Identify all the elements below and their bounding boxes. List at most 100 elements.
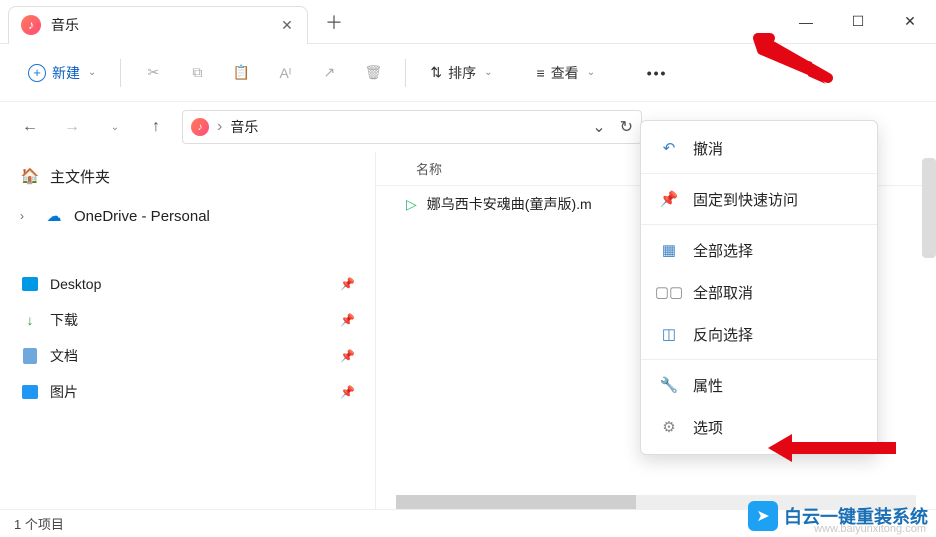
- document-icon: [20, 346, 40, 366]
- select-all-icon: ▦: [659, 241, 679, 259]
- sidebar-label: 主文件夹: [50, 166, 110, 187]
- vertical-scrollbar[interactable]: [922, 158, 936, 258]
- chevron-down-icon[interactable]: ⌄: [592, 117, 605, 137]
- close-button[interactable]: ✕: [884, 2, 936, 42]
- rename-icon: Aᴵ: [280, 65, 292, 81]
- ctx-label: 全部选择: [693, 240, 753, 261]
- wrench-icon: 🔧: [659, 376, 679, 394]
- sort-button[interactable]: ⇅ 排序 ⌄: [420, 55, 502, 91]
- deselect-icon: ▢▢: [659, 283, 679, 301]
- ctx-label: 选项: [693, 417, 723, 438]
- status-item-count: 1 个项目: [14, 514, 64, 533]
- share-button[interactable]: ↗: [311, 55, 347, 91]
- column-header-name[interactable]: 名称: [416, 159, 442, 178]
- ctx-label: 反向选择: [693, 324, 753, 345]
- view-icon: ≡: [537, 65, 545, 81]
- ctx-label: 撤消: [693, 138, 723, 159]
- window-controls: — ☐ ✕: [780, 2, 936, 42]
- clipboard-icon: 📋: [233, 64, 250, 81]
- cloud-icon: ☁: [44, 206, 64, 226]
- rename-button[interactable]: Aᴵ: [267, 55, 303, 91]
- context-menu: ↶ 撤消 📌 固定到快速访问 ▦ 全部选择 ▢▢ 全部取消 ◫ 反向选择 🔧 属…: [640, 120, 878, 455]
- breadcrumb-part[interactable]: 音乐: [230, 117, 258, 137]
- tab-title: 音乐: [51, 15, 269, 35]
- tab-close-button[interactable]: ✕: [279, 17, 295, 33]
- pin-icon: 📌: [340, 313, 355, 327]
- sidebar: 🏠 主文件夹 › ☁ OneDrive - Personal Desktop 📌…: [0, 152, 375, 509]
- sidebar-item-documents[interactable]: 文档 📌: [12, 338, 363, 374]
- forward-button[interactable]: →: [56, 111, 88, 143]
- separator: [405, 59, 406, 87]
- scissors-icon: ✂: [148, 64, 160, 81]
- separator: [120, 59, 121, 87]
- toolbar: + 新建 ⌄ ✂ ⧉ 📋 Aᴵ ↗ 🗑 ⇅ 排序 ⌄ ≡ 查看 ⌄ •••: [0, 44, 936, 102]
- recent-button[interactable]: ⌄: [98, 111, 130, 143]
- breadcrumb-actions: ⌄ ↻: [592, 117, 633, 137]
- ctx-label: 固定到快速访问: [693, 189, 798, 210]
- copy-icon: ⧉: [192, 64, 202, 81]
- copy-button[interactable]: ⧉: [179, 55, 215, 91]
- view-button[interactable]: ≡ 查看 ⌄: [527, 55, 606, 91]
- spacer: [12, 236, 363, 266]
- sidebar-item-downloads[interactable]: ↓ 下载 📌: [12, 302, 363, 338]
- chevron-right-icon: ›: [217, 118, 222, 136]
- scrollbar-thumb[interactable]: [396, 495, 636, 509]
- invert-icon: ◫: [659, 325, 679, 343]
- new-label: 新建: [52, 63, 80, 83]
- music-folder-icon: ♪: [191, 118, 209, 136]
- audio-file-icon: ▷: [406, 196, 417, 213]
- refresh-button[interactable]: ↻: [620, 117, 633, 137]
- new-button[interactable]: + 新建 ⌄: [18, 55, 106, 91]
- ctx-undo[interactable]: ↶ 撤消: [641, 127, 877, 169]
- ctx-pin-quick-access[interactable]: 📌 固定到快速访问: [641, 178, 877, 220]
- plus-icon: +: [28, 64, 46, 82]
- breadcrumb[interactable]: ♪ › 音乐 ⌄ ↻: [182, 110, 642, 144]
- sidebar-label: OneDrive - Personal: [74, 208, 210, 225]
- sidebar-item-onedrive[interactable]: › ☁ OneDrive - Personal: [12, 196, 363, 236]
- watermark-logo-icon: ➤: [748, 501, 778, 531]
- chevron-down-icon: ⌄: [484, 67, 492, 78]
- chevron-down-icon: ⌄: [111, 122, 119, 133]
- ctx-label: 全部取消: [693, 282, 753, 303]
- separator: [641, 173, 877, 174]
- share-icon: ↗: [324, 64, 336, 81]
- sidebar-item-pictures[interactable]: 图片 📌: [12, 374, 363, 410]
- minimize-button[interactable]: —: [780, 2, 832, 42]
- gear-icon: ⚙: [659, 418, 679, 436]
- pin-icon: 📌: [340, 349, 355, 363]
- sidebar-label: Desktop: [50, 276, 101, 292]
- up-button[interactable]: ↑: [140, 111, 172, 143]
- picture-icon: [20, 382, 40, 402]
- sidebar-label: 图片: [50, 382, 78, 402]
- ctx-select-all[interactable]: ▦ 全部选择: [641, 229, 877, 271]
- tab-active[interactable]: ♪ 音乐 ✕: [8, 6, 308, 44]
- download-icon: ↓: [20, 310, 40, 330]
- cut-button[interactable]: ✂: [135, 55, 171, 91]
- chevron-right-icon[interactable]: ›: [20, 209, 34, 223]
- pin-icon: 📌: [659, 190, 679, 208]
- watermark-text: 白云一键重装系统: [784, 503, 928, 529]
- ctx-properties[interactable]: 🔧 属性: [641, 364, 877, 406]
- home-icon: 🏠: [20, 166, 40, 186]
- sidebar-label: 文档: [50, 346, 78, 366]
- file-name: 娜乌西卡安魂曲(童声版).m: [427, 194, 592, 214]
- sidebar-item-desktop[interactable]: Desktop 📌: [12, 266, 363, 302]
- trash-icon: 🗑: [365, 64, 383, 81]
- view-label: 查看: [551, 63, 579, 83]
- sidebar-item-home[interactable]: 🏠 主文件夹: [12, 156, 363, 196]
- maximize-button[interactable]: ☐: [832, 2, 884, 42]
- ctx-deselect-all[interactable]: ▢▢ 全部取消: [641, 271, 877, 313]
- ctx-invert-selection[interactable]: ◫ 反向选择: [641, 313, 877, 355]
- separator: [641, 224, 877, 225]
- paste-button[interactable]: 📋: [223, 55, 259, 91]
- delete-button[interactable]: 🗑: [355, 55, 391, 91]
- watermark: ➤ 白云一键重装系统: [748, 501, 928, 531]
- undo-icon: ↶: [659, 139, 679, 157]
- new-tab-button[interactable]: ＋: [316, 4, 352, 40]
- sort-label: 排序: [448, 63, 476, 83]
- more-button[interactable]: •••: [639, 55, 675, 91]
- pin-icon: 📌: [340, 277, 355, 291]
- back-button[interactable]: ←: [14, 111, 46, 143]
- title-bar: ♪ 音乐 ✕ ＋ — ☐ ✕: [0, 0, 936, 44]
- ctx-options[interactable]: ⚙ 选项: [641, 406, 877, 448]
